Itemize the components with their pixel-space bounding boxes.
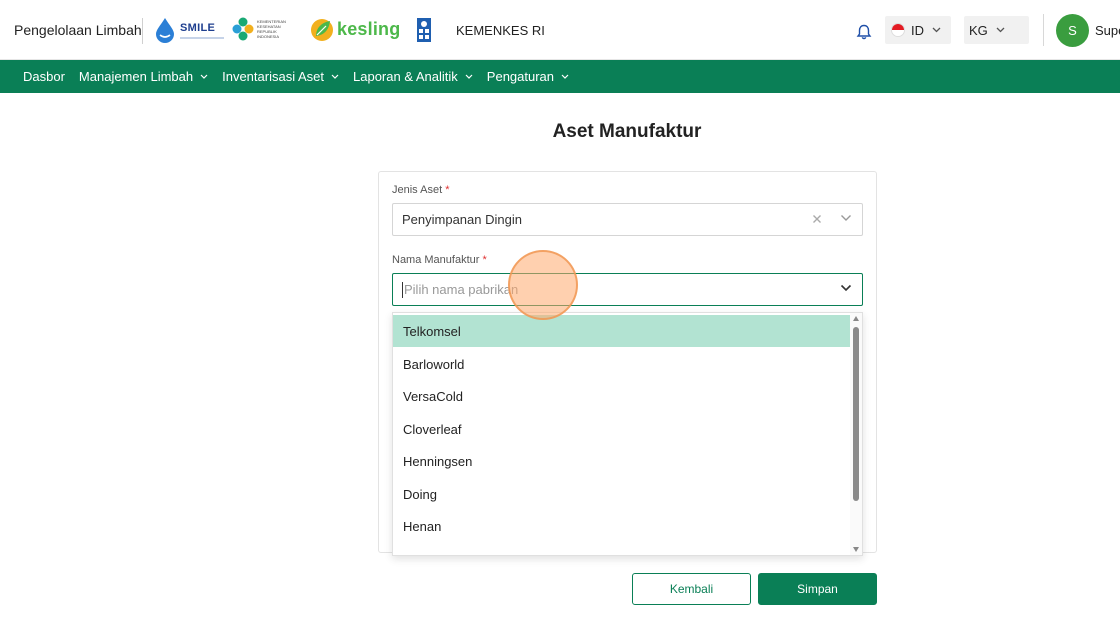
asset-type-select[interactable]: Penyimpanan Dingin <box>392 203 863 236</box>
user-name[interactable]: Supe <box>1095 23 1120 38</box>
kemenkes-logo: KEMENTERIAN KESEHATAN REPUBLIK INDONESIA <box>232 17 287 41</box>
kemenkes-logo-text: KEMENTERIAN KESEHATAN REPUBLIK INDONESIA <box>257 19 286 39</box>
asset-type-value: Penyimpanan Dingin <box>402 212 522 227</box>
kemenkes-flower-icon <box>232 17 254 41</box>
unit-value: KG <box>969 22 988 38</box>
chevron-down-icon <box>465 74 473 79</box>
smile-logo-text: SMILE <box>180 21 216 34</box>
manufacturer-label-text: Nama Manufaktur <box>392 254 480 266</box>
org-name: KEMENKES RI <box>456 23 545 38</box>
scroll-down-icon[interactable] <box>853 547 859 552</box>
kesling-logo-text: kesling <box>337 18 401 39</box>
nav-item-label: Manajemen Limbah <box>78 69 194 84</box>
dropdown-option[interactable]: VersaCold <box>393 380 851 412</box>
dropdown-option-partial[interactable] <box>393 542 851 555</box>
nav-item-laporan-analitik[interactable]: Laporan & Analitik <box>353 69 473 84</box>
language-select[interactable]: ID <box>885 16 951 44</box>
notification-button[interactable] <box>856 24 872 45</box>
manufacturer-label: Nama Manufaktur * <box>392 254 487 266</box>
smile-logo: SMILE <box>154 17 224 43</box>
manufacturer-placeholder: Pilih nama pabrikan <box>404 282 519 297</box>
back-button[interactable]: Kembali <box>632 573 751 605</box>
water-drop-icon <box>156 18 174 43</box>
kesling-logo: kesling <box>310 16 400 42</box>
top-header: Pengelolaan Limbah SMILE KEMENTERIAN KES… <box>0 0 1120 60</box>
nav-item-pengaturan[interactable]: Pengaturan <box>487 69 569 84</box>
chevron-down-icon <box>331 74 339 79</box>
chevron-down-icon <box>996 27 1005 33</box>
indonesia-flag-icon <box>891 23 905 37</box>
dropdown-option[interactable]: Telkomsel <box>393 315 851 347</box>
required-mark: * <box>445 184 450 196</box>
nav-item-inventarisasi-aset[interactable]: Inventarisasi Aset <box>222 69 339 84</box>
dropdown-scrollbar[interactable] <box>850 313 862 555</box>
text-caret <box>402 281 403 298</box>
header-divider <box>1043 14 1044 46</box>
smile-logo-underline <box>180 36 224 39</box>
bell-icon <box>856 24 872 40</box>
undp-logo <box>417 18 431 42</box>
dropdown-option[interactable]: Henan <box>393 510 851 542</box>
leaf-icon <box>311 19 333 41</box>
required-mark: * <box>482 254 487 266</box>
save-button[interactable]: Simpan <box>758 573 877 605</box>
cursor-highlight <box>508 250 578 320</box>
chevron-down-icon[interactable] <box>840 214 852 222</box>
scrollbar-thumb[interactable] <box>853 327 859 501</box>
clear-icon[interactable] <box>810 212 824 226</box>
chevron-down-icon <box>932 27 941 33</box>
header-divider <box>142 18 143 44</box>
language-value: ID <box>911 22 924 38</box>
nav-item-label: Dasbor <box>23 69 65 84</box>
chevron-down-icon <box>200 74 208 79</box>
nav-item-label: Pengaturan <box>486 69 555 84</box>
page-title: Aset Manufaktur <box>552 121 702 142</box>
undp-icon <box>417 18 431 42</box>
chevron-down-icon[interactable] <box>840 284 852 292</box>
main-nav: Dasbor Manajemen Limbah Inventarisasi As… <box>0 60 1120 93</box>
user-avatar[interactable]: S <box>1056 14 1089 47</box>
nav-item-label: Inventarisasi Aset <box>222 69 324 84</box>
manufacturer-select[interactable]: Pilih nama pabrikan <box>392 273 863 306</box>
app-root: Pengelolaan Limbah SMILE KEMENTERIAN KES… <box>0 0 1120 626</box>
asset-type-label: Jenis Aset * <box>392 184 449 196</box>
dropdown-option[interactable]: Henningsen <box>393 445 851 477</box>
dropdown-option[interactable]: Barloworld <box>393 348 851 380</box>
dropdown-option[interactable]: Cloverleaf <box>393 413 851 445</box>
nav-item-manajemen-limbah[interactable]: Manajemen Limbah <box>79 69 208 84</box>
nav-item-dasbor[interactable]: Dasbor <box>23 69 65 84</box>
dropdown-option[interactable]: Doing <box>393 478 851 510</box>
nav-item-label: Laporan & Analitik <box>353 69 458 84</box>
app-title: Pengelolaan Limbah <box>14 22 142 38</box>
manufacturer-dropdown: Telkomsel Barloworld VersaCold Cloverlea… <box>392 312 863 556</box>
scroll-up-icon[interactable] <box>853 316 859 321</box>
chevron-down-icon <box>561 74 569 79</box>
asset-type-label-text: Jenis Aset <box>392 184 443 196</box>
unit-select[interactable]: KG <box>964 16 1029 44</box>
